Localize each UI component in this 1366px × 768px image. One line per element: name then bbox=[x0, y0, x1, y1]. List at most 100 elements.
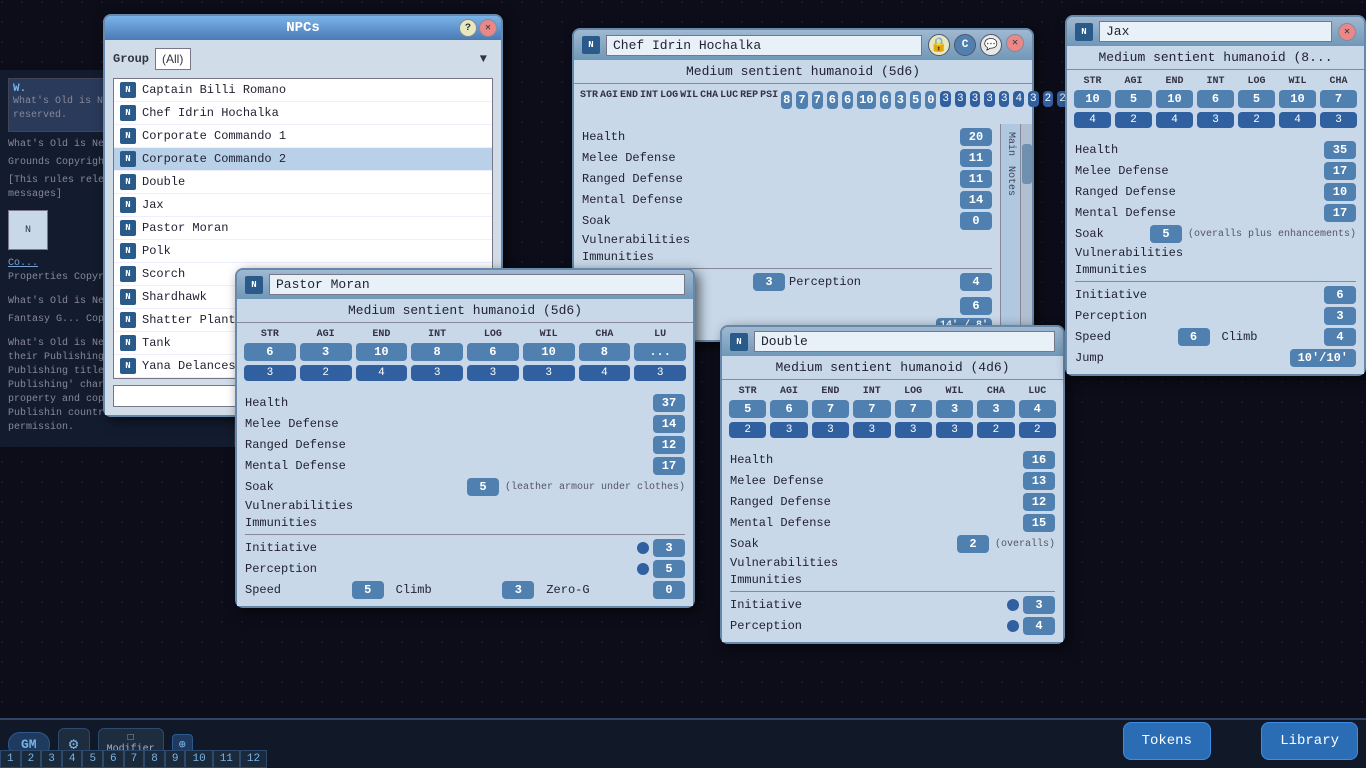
stat-sub-cell[interactable]: 3 bbox=[852, 421, 891, 439]
stat-value-cell[interactable]: 7 bbox=[1319, 89, 1358, 109]
npc-list-item[interactable]: NCorporate Commando 2 bbox=[114, 148, 492, 171]
npc-list-item[interactable]: NPastor Moran bbox=[114, 217, 492, 240]
stat-value-cell[interactable]: 10 bbox=[522, 342, 576, 362]
stat-sub-box[interactable]: 2 bbox=[1043, 91, 1054, 107]
stat-sub-box[interactable]: 4 bbox=[579, 365, 631, 381]
stat-box[interactable]: 6 bbox=[880, 91, 891, 109]
stat-sub-box[interactable]: 3 bbox=[244, 365, 296, 381]
stat-box[interactable]: 5 bbox=[1238, 90, 1275, 108]
stat-value-cell[interactable]: 10 bbox=[1073, 89, 1112, 109]
stat-sub-box[interactable]: 2 bbox=[1238, 112, 1275, 128]
tab-main[interactable]: Main bbox=[1003, 128, 1018, 160]
bubble-icon[interactable]: 💬 bbox=[980, 34, 1002, 56]
stat-sub-box[interactable]: 3 bbox=[1028, 91, 1039, 107]
stat-sub-box[interactable]: 3 bbox=[1197, 112, 1234, 128]
stat-sub-cell[interactable]: 2 bbox=[1042, 90, 1055, 110]
stat-sub-cell[interactable]: 3 bbox=[769, 421, 808, 439]
stat-box[interactable]: ... bbox=[634, 343, 686, 361]
jax-close-btn[interactable]: ✕ bbox=[1338, 23, 1356, 41]
stat-box[interactable]: 10 bbox=[1279, 90, 1316, 108]
help-button[interactable]: ? bbox=[459, 19, 477, 37]
stat-box[interactable]: 8 bbox=[781, 91, 792, 109]
stat-value-cell[interactable]: 5 bbox=[1237, 89, 1276, 109]
stat-value-cell[interactable]: 10 bbox=[856, 90, 876, 110]
stat-value-cell[interactable]: 6 bbox=[826, 90, 839, 110]
stat-sub-box[interactable]: 4 bbox=[1013, 91, 1024, 107]
page-number[interactable]: 3 bbox=[41, 750, 62, 768]
page-number[interactable]: 12 bbox=[240, 750, 267, 768]
stat-box[interactable]: 10 bbox=[1074, 90, 1111, 108]
stat-value-cell[interactable]: 5 bbox=[728, 399, 767, 419]
stat-value-cell[interactable]: 6 bbox=[879, 90, 892, 110]
stat-sub-cell[interactable]: 2 bbox=[299, 364, 353, 382]
stat-box[interactable]: 8 bbox=[411, 343, 463, 361]
stat-box[interactable]: 6 bbox=[244, 343, 296, 361]
stat-box[interactable]: 5 bbox=[729, 400, 766, 418]
page-number[interactable]: 1 bbox=[0, 750, 21, 768]
main-scrollbar[interactable] bbox=[1020, 124, 1032, 340]
stat-box[interactable]: 6 bbox=[1197, 90, 1234, 108]
stat-value-cell[interactable]: 3 bbox=[976, 399, 1015, 419]
stat-box[interactable]: 7 bbox=[1320, 90, 1357, 108]
stat-value-cell[interactable]: 3 bbox=[935, 399, 974, 419]
stat-value-cell[interactable]: 5 bbox=[909, 90, 922, 110]
stat-sub-cell[interactable]: 2 bbox=[1114, 111, 1153, 129]
stat-sub-box[interactable]: 3 bbox=[940, 91, 951, 107]
stat-value-cell[interactable]: 7 bbox=[811, 399, 850, 419]
stat-value-cell[interactable]: 10 bbox=[1278, 89, 1317, 109]
stat-sub-box[interactable]: 4 bbox=[356, 365, 408, 381]
stat-value-cell[interactable]: 10 bbox=[355, 342, 409, 362]
page-number[interactable]: 5 bbox=[82, 750, 103, 768]
main-close-btn[interactable]: ✕ bbox=[1006, 34, 1024, 52]
page-number[interactable]: 10 bbox=[185, 750, 212, 768]
stat-value-cell[interactable]: 8 bbox=[410, 342, 464, 362]
stat-value-cell[interactable]: 3 bbox=[299, 342, 353, 362]
stat-sub-cell[interactable]: 3 bbox=[1319, 111, 1358, 129]
stat-box[interactable]: 5 bbox=[1115, 90, 1152, 108]
stat-sub-box[interactable]: 3 bbox=[984, 91, 995, 107]
stat-sub-box[interactable]: 4 bbox=[1074, 112, 1111, 128]
stat-box[interactable]: 5 bbox=[910, 91, 921, 109]
close-button[interactable]: ✕ bbox=[479, 19, 497, 37]
stat-sub-cell[interactable]: 2 bbox=[728, 421, 767, 439]
stat-sub-cell[interactable]: 2 bbox=[976, 421, 1015, 439]
npc-list-item[interactable]: NCorporate Commando 1 bbox=[114, 125, 492, 148]
stat-sub-cell[interactable]: 3 bbox=[633, 364, 687, 382]
stat-sub-cell[interactable]: 3 bbox=[243, 364, 297, 382]
stat-sub-cell[interactable]: 4 bbox=[355, 364, 409, 382]
stat-sub-box[interactable]: 3 bbox=[770, 422, 807, 438]
stat-box[interactable]: 7 bbox=[812, 400, 849, 418]
npc-list-item[interactable]: NCaptain Billi Romano bbox=[114, 79, 492, 102]
stat-sub-cell[interactable]: 3 bbox=[954, 90, 967, 110]
stat-box[interactable]: 7 bbox=[895, 400, 932, 418]
stat-sub-cell[interactable]: 3 bbox=[939, 90, 952, 110]
stat-sub-cell[interactable]: 3 bbox=[894, 421, 933, 439]
stat-sub-box[interactable]: 3 bbox=[634, 365, 686, 381]
stat-box[interactable]: 10 bbox=[523, 343, 575, 361]
stat-sub-box[interactable]: 3 bbox=[936, 422, 973, 438]
group-select[interactable]: (All) bbox=[155, 48, 191, 70]
stat-box[interactable]: 10 bbox=[356, 343, 408, 361]
page-number[interactable]: 11 bbox=[213, 750, 240, 768]
stat-value-cell[interactable]: 7 bbox=[811, 90, 824, 110]
stat-sub-box[interactable]: 3 bbox=[467, 365, 519, 381]
stat-value-cell[interactable]: 6 bbox=[466, 342, 520, 362]
group-select-wrapper[interactable]: (All) ▼ bbox=[155, 48, 493, 70]
chat-icon[interactable]: C bbox=[954, 34, 976, 56]
stat-sub-box[interactable]: 3 bbox=[411, 365, 463, 381]
stat-box[interactable]: 6 bbox=[842, 91, 853, 109]
stat-value-cell[interactable]: 5 bbox=[1114, 89, 1153, 109]
page-number[interactable]: 6 bbox=[103, 750, 124, 768]
stat-value-cell[interactable]: 3 bbox=[894, 90, 907, 110]
stat-value-cell[interactable]: 6 bbox=[1196, 89, 1235, 109]
stat-sub-cell[interactable]: 3 bbox=[969, 90, 982, 110]
stat-sub-cell[interactable]: 3 bbox=[522, 364, 576, 382]
npc-list-item[interactable]: NDouble bbox=[114, 171, 492, 194]
stat-sub-box[interactable]: 2 bbox=[729, 422, 766, 438]
stat-box[interactable]: 6 bbox=[467, 343, 519, 361]
stat-box[interactable]: 10 bbox=[1156, 90, 1193, 108]
stat-sub-cell[interactable]: 3 bbox=[811, 421, 850, 439]
stat-sub-box[interactable]: 3 bbox=[812, 422, 849, 438]
stat-sub-box[interactable]: 4 bbox=[1279, 112, 1316, 128]
stat-box[interactable]: 7 bbox=[796, 91, 807, 109]
